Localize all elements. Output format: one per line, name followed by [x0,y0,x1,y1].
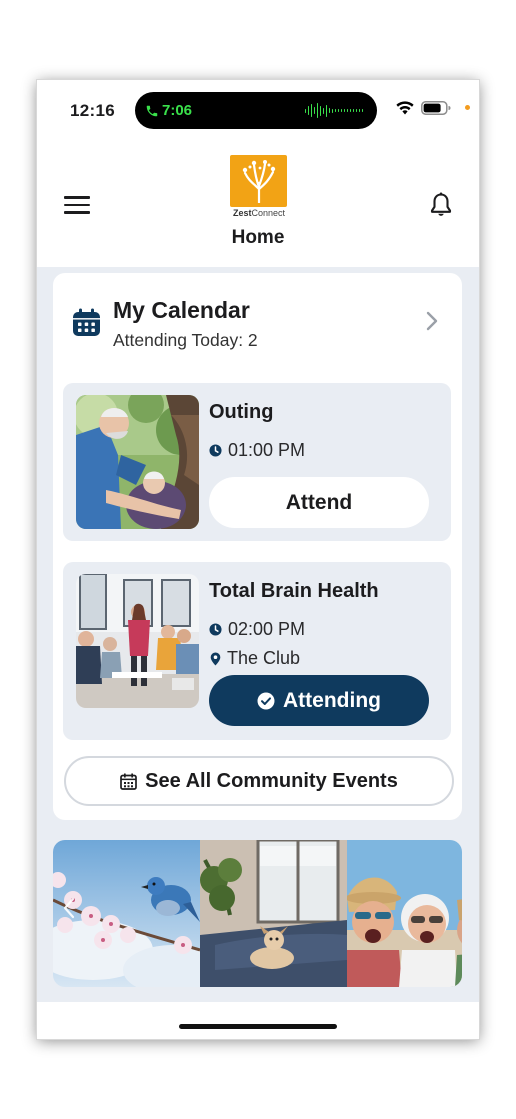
dog-on-sofa-photo [200,840,347,987]
photo-carousel[interactable] [53,840,462,987]
event-time: 01:00 PM [209,440,305,461]
see-all-events-button[interactable]: See All Community Events [64,756,454,806]
attending-button[interactable]: Attending [209,675,429,726]
event-card-total-brain-health[interactable]: Total Brain Health 02:00 PM The Club Att… [63,562,451,740]
wifi-icon [396,101,414,115]
call-indicator: 7:06 [145,102,192,119]
battery-icon [421,100,451,115]
event-photo-brain-health [76,574,199,708]
bottom-area [37,1002,479,1039]
status-time: 12:16 [70,101,115,120]
clock-icon [209,444,222,457]
attend-button[interactable]: Attend [209,477,429,528]
clock-icon [209,623,222,636]
page-title: Home [231,227,285,248]
carousel-prev-icon[interactable] [63,897,75,919]
calendar-card: My Calendar Attending Today: 2 Outing 01… [53,273,462,820]
privacy-indicator [465,105,470,110]
event-title: Outing [209,401,274,423]
audio-waveform-icon [304,103,363,118]
notifications-button[interactable] [429,192,453,223]
dynamic-island[interactable]: 7:06 [135,92,377,129]
phone-icon [146,105,158,116]
calendar-header[interactable]: My Calendar Attending Today: 2 [53,273,462,363]
event-photo-outing [76,395,199,529]
phone-screen: 12:16 7:06 ZestConnect Home My Calendar … [37,80,479,1039]
hamburger-icon [64,196,90,199]
app-logo: ZestConnect [230,155,287,218]
calendar-title: My Calendar [113,297,250,323]
home-content: My Calendar Attending Today: 2 Outing 01… [37,267,479,1002]
event-title: Total Brain Health [209,580,379,602]
status-icons [395,100,470,115]
bluebird-blossom-photo [53,840,200,987]
calendar-outline-icon [120,773,138,790]
laughing-seniors-photo [347,840,462,987]
event-time: 02:00 PM [209,619,305,640]
calendar-icon [73,308,100,336]
event-card-outing[interactable]: Outing 01:00 PM Attend [63,383,451,541]
menu-button[interactable] [64,193,90,217]
bell-icon [430,192,452,216]
call-duration: 7:06 [162,102,193,119]
tree-logo-icon [230,155,287,207]
chevron-right-icon [426,311,438,331]
attending-today-count: Attending Today: 2 [113,330,258,350]
home-indicator[interactable] [179,1024,337,1029]
app-header: ZestConnect Home [37,142,479,267]
check-circle-icon [257,692,275,709]
see-all-label: See All Community Events [145,769,398,792]
event-location: The Club [209,648,300,669]
map-pin-icon [210,652,221,665]
logo-wordmark: ZestConnect [232,208,286,218]
